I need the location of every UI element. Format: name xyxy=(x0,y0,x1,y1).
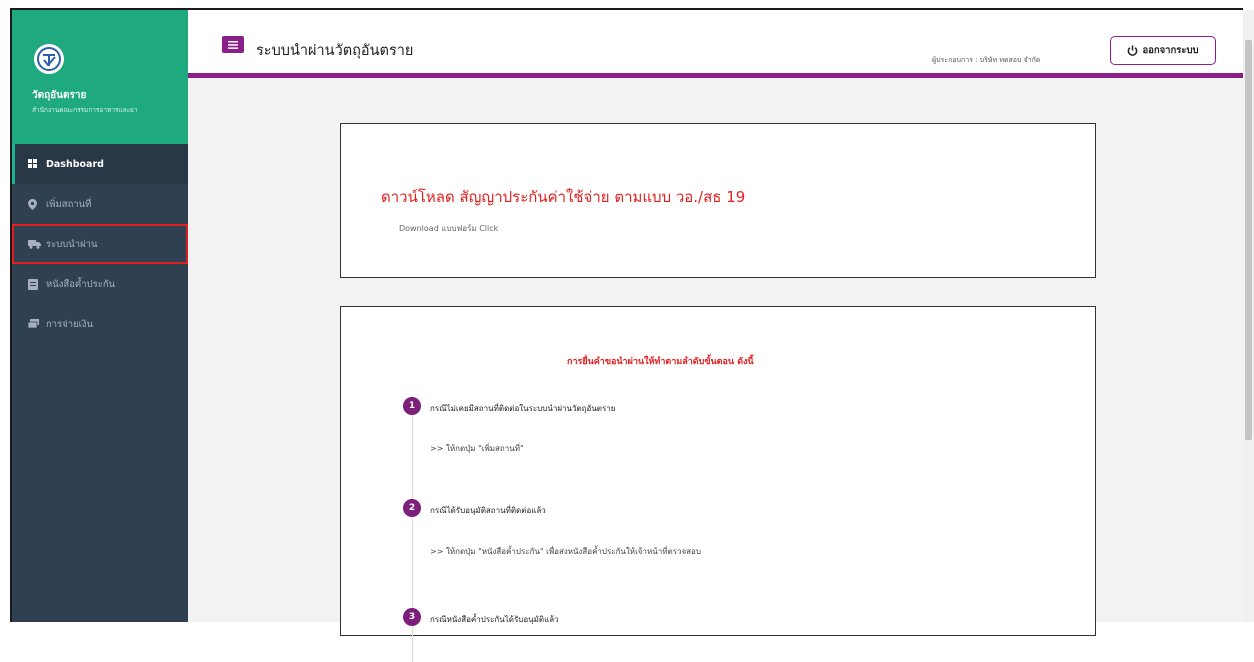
step-description: >> ให้กดปุ่ม "เพิ่มสถานที่" xyxy=(430,444,524,453)
sidebar: วัตถุอันตราย สำนักงานคณะกรรมการอาหารและย… xyxy=(12,10,188,622)
money-icon xyxy=(28,319,42,329)
document-icon xyxy=(28,278,42,290)
download-form-link[interactable]: Download แบบฟอร์ม Click xyxy=(399,222,498,235)
step-title: กรณีไม่เคยมีสถานที่ติดต่อในระบบนำผ่านวัต… xyxy=(430,404,616,413)
grid-icon xyxy=(28,159,42,169)
brand-title: วัตถุอันตราย xyxy=(32,90,87,101)
brand-logo-icon xyxy=(34,44,64,74)
operator-name: ผู้ประกอบการ : บริษัท ทดสอบ จำกัด xyxy=(932,56,1041,64)
download-card-title: ดาวน์โหลด สัญญาประกันค่าใช้จ่าย ตามแบบ ว… xyxy=(381,188,746,206)
brand-panel: วัตถุอันตราย สำนักงานคณะกรรมการอาหารและย… xyxy=(12,10,188,144)
main-content: ดาวน์โหลด สัญญาประกันค่าใช้จ่าย ตามแบบ ว… xyxy=(188,78,1243,662)
sidebar-item-label: ระบบนำผ่าน xyxy=(46,238,98,250)
top-header: ระบบนำผ่านวัตถุอันตราย ผู้ประกอบการ : บร… xyxy=(188,10,1243,78)
power-icon xyxy=(1127,45,1138,56)
sidebar-item-payment[interactable]: การจ่ายเงิน xyxy=(12,304,188,344)
sidebar-item-add-place[interactable]: เพิ่มสถานที่ xyxy=(12,184,188,224)
page-title: ระบบนำผ่านวัตถุอันตราย xyxy=(256,43,414,59)
step-number-badge: 1 xyxy=(403,397,421,415)
vertical-scrollbar[interactable] xyxy=(1243,10,1254,622)
steps-card-title: การยื่นคำขอนำผ่านให้ทำตามลำดับขั้นตอน ดั… xyxy=(567,357,754,367)
step-description: >> ให้กดปุ่ม "หนังสือค้ำประกัน" เพื่อส่ง… xyxy=(430,547,701,556)
menu-toggle-icon[interactable] xyxy=(222,36,244,53)
brand-subtitle: สำนักงานคณะกรรมการอาหารและยา xyxy=(32,106,138,114)
scrollbar-thumb[interactable] xyxy=(1245,40,1252,440)
steps-card: การยื่นคำขอนำผ่านให้ทำตามลำดับขั้นตอน ดั… xyxy=(340,306,1096,662)
logout-button[interactable]: ออกจากระบบ xyxy=(1110,36,1216,65)
download-card: ดาวน์โหลด สัญญาประกันค่าใช้จ่าย ตามแบบ ว… xyxy=(340,123,1096,278)
logout-label: ออกจากระบบ xyxy=(1142,45,1199,56)
step-title: กรณีหนังสือค้ำประกันได้รับอนุมัติแล้ว xyxy=(430,615,559,624)
truck-icon xyxy=(28,239,42,249)
sidebar-item-label: เพิ่มสถานที่ xyxy=(46,198,92,210)
map-marker-icon xyxy=(28,198,42,210)
sidebar-item-transit-system[interactable]: ระบบนำผ่าน xyxy=(12,224,188,264)
sidebar-item-dashboard[interactable]: Dashboard xyxy=(12,144,188,184)
sidebar-item-label: การจ่ายเงิน xyxy=(46,318,94,330)
sidebar-menu: Dashboard เพิ่มสถานที่ ระบบนำผ่าน หนังสื… xyxy=(12,144,188,344)
sidebar-item-label: หนังสือค้ำประกัน xyxy=(46,278,116,290)
sidebar-item-guarantee-letter[interactable]: หนังสือค้ำประกัน xyxy=(12,264,188,304)
step-title: กรณีได้รับอนุมัติสถานที่ติดต่อแล้ว xyxy=(430,506,546,515)
sidebar-item-label: Dashboard xyxy=(46,158,104,170)
step-number-badge: 2 xyxy=(403,499,421,517)
step-number-badge: 3 xyxy=(403,608,421,626)
